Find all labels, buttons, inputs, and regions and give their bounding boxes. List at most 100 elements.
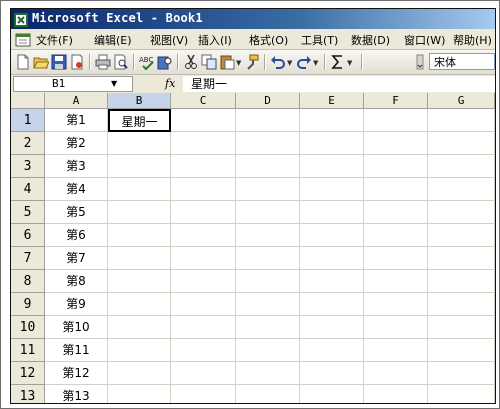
grid-cell[interactable] <box>108 247 171 270</box>
format-painter-icon[interactable] <box>244 54 260 70</box>
paste-icon[interactable] <box>219 54 235 70</box>
grid-cell[interactable] <box>300 109 364 132</box>
grid-cell[interactable] <box>364 362 428 385</box>
active-cell[interactable]: 星期一 <box>108 109 171 132</box>
grid-cell[interactable] <box>364 132 428 155</box>
grid-cell[interactable] <box>300 132 364 155</box>
grid-cell[interactable]: 第10 <box>45 316 108 339</box>
title-bar[interactable]: Microsoft Excel - Book1 <box>11 9 495 29</box>
font-name-box[interactable]: 宋体 <box>429 53 495 70</box>
name-box-chevron-down-icon[interactable]: ▼ <box>111 79 117 88</box>
menu-file[interactable]: 文件(F) <box>36 32 73 48</box>
grid-cell[interactable] <box>236 224 300 247</box>
grid-cell[interactable] <box>364 155 428 178</box>
grid-cell[interactable] <box>428 293 495 316</box>
menu-data[interactable]: 数据(D) <box>351 32 390 48</box>
undo-icon[interactable] <box>270 54 286 70</box>
grid-cell[interactable] <box>428 201 495 224</box>
grid-cell[interactable] <box>171 178 236 201</box>
grid-cell[interactable] <box>428 270 495 293</box>
research-icon[interactable] <box>157 54 173 70</box>
grid-cell[interactable] <box>364 270 428 293</box>
workbook-icon[interactable] <box>15 32 31 47</box>
grid-cell[interactable] <box>171 201 236 224</box>
autosum-icon[interactable] <box>330 54 346 70</box>
grid-cell[interactable] <box>171 247 236 270</box>
grid-cell[interactable] <box>300 385 364 403</box>
autosum-chevron-down-icon[interactable]: ▼ <box>347 59 352 67</box>
grid-cell[interactable] <box>108 293 171 316</box>
grid-cell[interactable] <box>428 109 495 132</box>
formula-input[interactable]: 星期一 <box>183 76 495 92</box>
grid-cell[interactable] <box>108 155 171 178</box>
grid-cell[interactable]: 第13 <box>45 385 108 403</box>
grid-cell[interactable] <box>108 178 171 201</box>
grid-cell[interactable] <box>364 224 428 247</box>
grid-cell[interactable] <box>428 224 495 247</box>
grid-cell[interactable] <box>171 293 236 316</box>
grid-cell[interactable] <box>171 109 236 132</box>
grid-cell[interactable] <box>300 293 364 316</box>
grid-cell[interactable]: 第6 <box>45 224 108 247</box>
grid-cell[interactable]: 第9 <box>45 293 108 316</box>
undo-chevron-down-icon[interactable]: ▼ <box>287 59 292 67</box>
menu-insert[interactable]: 插入(I) <box>198 32 232 48</box>
grid-cell[interactable] <box>171 270 236 293</box>
grid-cell[interactable] <box>364 201 428 224</box>
redo-icon[interactable] <box>296 54 312 70</box>
grid-cell[interactable] <box>236 109 300 132</box>
row-header[interactable]: 9 <box>11 293 45 316</box>
column-header-b[interactable]: B <box>108 93 171 109</box>
menu-edit[interactable]: 编辑(E) <box>94 32 132 48</box>
grid-cell[interactable] <box>300 316 364 339</box>
grid-cell[interactable] <box>428 316 495 339</box>
column-header-c[interactable]: C <box>171 93 236 109</box>
grid-cell[interactable] <box>236 362 300 385</box>
grid-cell[interactable] <box>171 362 236 385</box>
menu-help[interactable]: 帮助(H) <box>453 32 492 48</box>
grid-cell[interactable] <box>171 316 236 339</box>
grid-cell[interactable] <box>236 270 300 293</box>
print-preview-icon[interactable] <box>113 54 129 70</box>
menu-view[interactable]: 视图(V) <box>150 32 188 48</box>
grid-cell[interactable] <box>236 247 300 270</box>
grid-cell[interactable] <box>108 270 171 293</box>
new-icon[interactable] <box>15 54 31 70</box>
row-header[interactable]: 4 <box>11 178 45 201</box>
grid-cell[interactable] <box>364 178 428 201</box>
grid-cell[interactable] <box>428 155 495 178</box>
grid-cell[interactable]: 第3 <box>45 155 108 178</box>
grid-cell[interactable] <box>364 385 428 403</box>
grid-cell[interactable] <box>428 362 495 385</box>
redo-chevron-down-icon[interactable]: ▼ <box>313 59 318 67</box>
grid-cell[interactable] <box>108 339 171 362</box>
grid-cell[interactable] <box>236 155 300 178</box>
grid-cell[interactable] <box>236 385 300 403</box>
row-header[interactable]: 8 <box>11 270 45 293</box>
grid-cell[interactable] <box>428 132 495 155</box>
menu-format[interactable]: 格式(O) <box>249 32 288 48</box>
grid-cell[interactable] <box>428 247 495 270</box>
grid-cell[interactable] <box>300 362 364 385</box>
grid-cell[interactable]: 第7 <box>45 247 108 270</box>
row-header[interactable]: 10 <box>11 316 45 339</box>
grid-cell[interactable]: 第8 <box>45 270 108 293</box>
grid-cell[interactable] <box>108 316 171 339</box>
grid-cell[interactable]: 第2 <box>45 132 108 155</box>
grid-cell[interactable] <box>364 316 428 339</box>
grid-cell[interactable]: 第5 <box>45 201 108 224</box>
grid-cell[interactable] <box>108 201 171 224</box>
grid-cell[interactable] <box>171 385 236 403</box>
grid-cell[interactable] <box>236 293 300 316</box>
grid-cell[interactable] <box>300 155 364 178</box>
toolbar-options-icon[interactable] <box>416 54 424 70</box>
grid-cell[interactable]: 第1 <box>45 109 108 132</box>
paste-options-chevron-down-icon[interactable]: ▼ <box>236 59 241 67</box>
grid-cell[interactable] <box>300 201 364 224</box>
grid-cell[interactable] <box>428 178 495 201</box>
grid-cell[interactable] <box>364 339 428 362</box>
grid-cell[interactable] <box>236 132 300 155</box>
row-header[interactable]: 11 <box>11 339 45 362</box>
print-icon[interactable] <box>95 54 111 70</box>
save-icon[interactable] <box>51 54 67 70</box>
